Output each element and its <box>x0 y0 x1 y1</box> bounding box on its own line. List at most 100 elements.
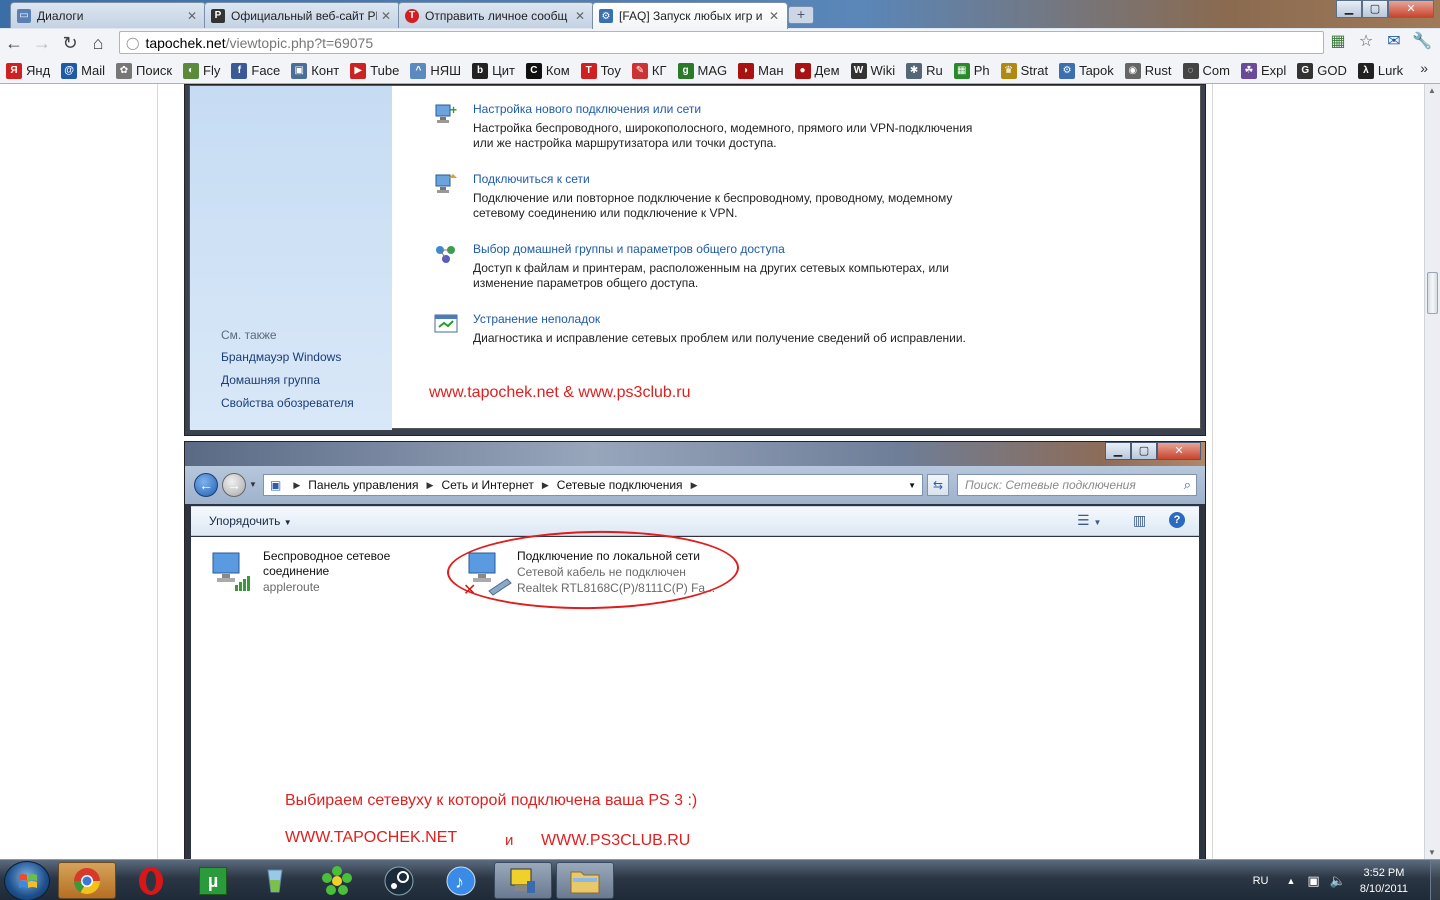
start-button[interactable] <box>4 861 50 900</box>
chevron-right-icon[interactable]: » <box>1420 60 1428 76</box>
task-connect-network[interactable]: Подключиться к сети Подключение или повт… <box>433 172 952 221</box>
scroll-thumb[interactable] <box>1427 272 1438 314</box>
page-scrollbar[interactable]: ▲ ▼ <box>1424 84 1440 859</box>
task-title[interactable]: Выбор домашней группы и параметров общег… <box>473 242 949 256</box>
extension-icon[interactable]: ▦ <box>1328 31 1348 51</box>
tab-dialogs[interactable]: ▭ Диалоги ✕ <box>10 2 206 28</box>
breadcrumb-network-connections[interactable]: Сетевые подключения <box>557 478 683 492</box>
taskbar-app-glass[interactable] <box>246 862 304 899</box>
bookmark-item[interactable]: ♛ Strat <box>1000 62 1048 79</box>
taskbar-utorrent[interactable]: µ <box>184 862 242 899</box>
chevron-down-icon[interactable]: ▼ <box>249 480 257 489</box>
bookmark-item[interactable]: ✱ Ru <box>906 62 943 79</box>
taskbar-opera[interactable] <box>122 862 180 899</box>
tab-faq[interactable]: ⚙ [FAQ] Запуск любых игр и ✕ <box>592 2 788 29</box>
address-bar[interactable]: ◯ tapochek.net/viewtopic.php?t=69075 <box>119 31 1324 54</box>
bookmark-item[interactable]: ▶ Tube <box>350 62 399 79</box>
organize-menu[interactable]: Упорядочить ▼ <box>209 514 292 528</box>
bookmark-item[interactable]: ◌ Com <box>1182 62 1230 79</box>
bookmark-item[interactable]: b Цит <box>472 62 515 79</box>
star-icon[interactable]: ☆ <box>1356 31 1376 51</box>
bookmark-item[interactable]: ▣ Конт <box>291 62 339 79</box>
refresh-button[interactable]: ⇆ <box>927 474 949 496</box>
bookmark-item[interactable]: λ Lurk <box>1357 62 1403 79</box>
bookmark-item[interactable]: f Face <box>231 62 280 79</box>
mail-notifier-icon[interactable]: ✉ <box>1384 31 1404 51</box>
bookmark-item[interactable]: ✿ Поиск <box>116 62 172 79</box>
close-window-button[interactable]: ✕ <box>1157 442 1201 460</box>
chevron-down-icon[interactable]: ▼ <box>908 481 916 490</box>
bookmark-label: Wiki <box>870 63 896 78</box>
taskbar-steam[interactable] <box>370 862 428 899</box>
network-tray-icon[interactable]: ▣ <box>1307 873 1319 889</box>
bookmark-item[interactable]: g MAG <box>677 62 727 79</box>
link-firewall[interactable]: Брандмауэр Windows <box>221 350 341 364</box>
taskbar-icq[interactable] <box>308 862 366 899</box>
task-title[interactable]: Устранение неполадок <box>473 312 966 326</box>
bookmark-item[interactable]: ▦ Ph <box>953 62 990 79</box>
bookmark-item[interactable]: W Wiki <box>850 62 896 79</box>
maximize-button[interactable]: ▢ <box>1131 442 1157 460</box>
task-homegroup[interactable]: Выбор домашней группы и параметров общег… <box>433 242 949 291</box>
bookmark-item[interactable]: @ Mail <box>61 62 105 79</box>
scroll-up-icon[interactable]: ▲ <box>1428 86 1436 95</box>
forward-arrow-icon[interactable]: → <box>222 473 246 497</box>
back-button[interactable]: ← <box>0 30 28 56</box>
taskbar-explorer[interactable] <box>556 862 614 899</box>
task-troubleshoot[interactable]: Устранение неполадок Диагностика и испра… <box>433 312 966 346</box>
bookmark-item[interactable]: ✎ КГ <box>631 62 667 79</box>
close-icon[interactable]: ✕ <box>187 9 199 23</box>
clock[interactable]: 3:52 PM 8/10/2011 <box>1360 865 1408 897</box>
taskbar-control-panel[interactable] <box>494 862 552 899</box>
link-homegroup[interactable]: Домашняя группа <box>221 373 320 387</box>
bookmark-item[interactable]: ^ НЯШ <box>410 62 461 79</box>
bookmark-item[interactable]: C Ком <box>525 62 570 79</box>
reload-button[interactable]: ↻ <box>56 30 84 56</box>
volume-icon[interactable]: 🔈 <box>1330 873 1346 889</box>
tab-playstation[interactable]: P Официальный веб-сайт Pl ✕ <box>204 2 400 28</box>
bookmark-item[interactable]: ◐ Fly <box>183 62 220 79</box>
forward-button[interactable]: → <box>28 30 56 56</box>
explorer-address-row: ← → ▼ ▣ ▶ Панель управления ▶ Сеть и Инт… <box>185 466 1205 504</box>
language-indicator[interactable]: RU <box>1253 875 1269 887</box>
bookmark-item[interactable]: T Toy <box>580 62 621 79</box>
connection-wireless[interactable]: Беспроводное сетевое соединение applerout… <box>209 549 390 597</box>
minimize-button[interactable]: ▁ <box>1336 0 1362 18</box>
breadcrumb[interactable]: ▣ ▶ Панель управления ▶ Сеть и Интернет … <box>263 474 923 496</box>
close-icon[interactable]: ✕ <box>575 9 587 23</box>
bookmark-item[interactable]: ◗ Ман <box>738 62 784 79</box>
show-hidden-icons-icon[interactable]: ▲ <box>1286 876 1295 886</box>
search-icon[interactable]: ⌕ <box>1184 477 1191 493</box>
back-arrow-icon[interactable]: ← <box>194 473 218 497</box>
link-internet-options[interactable]: Свойства обозревателя <box>221 396 354 410</box>
scroll-down-icon[interactable]: ▼ <box>1428 848 1436 857</box>
help-icon[interactable]: ? <box>1169 512 1185 528</box>
breadcrumb-control-panel[interactable]: Панель управления <box>308 478 418 492</box>
bookmark-item[interactable]: G GOD <box>1297 62 1347 79</box>
maximize-button[interactable]: ▢ <box>1362 0 1388 18</box>
bookmark-icon: ● <box>794 62 811 79</box>
close-icon[interactable]: ✕ <box>381 9 393 23</box>
close-icon[interactable]: ✕ <box>769 9 781 23</box>
preview-pane-icon[interactable]: ▥ <box>1133 512 1146 529</box>
bookmark-item[interactable]: ⚙ Tapok <box>1059 62 1114 79</box>
breadcrumb-network-internet[interactable]: Сеть и Интернет <box>441 478 533 492</box>
home-button[interactable]: ⌂ <box>84 30 112 56</box>
bookmark-item[interactable]: ☘ Expl <box>1240 62 1286 79</box>
search-input[interactable]: Поиск: Сетевые подключения ⌕ <box>957 474 1197 496</box>
task-new-connection[interactable]: + Настройка нового подключения или сети … <box>433 102 972 151</box>
close-window-button[interactable]: ✕ <box>1388 0 1434 18</box>
task-title[interactable]: Подключиться к сети <box>473 172 952 186</box>
show-desktop-button[interactable] <box>1430 860 1440 900</box>
new-tab-button[interactable]: + <box>788 6 814 24</box>
taskbar-itunes[interactable]: ♪ <box>432 862 490 899</box>
bookmark-item[interactable]: Я Янд <box>6 62 50 79</box>
wrench-icon[interactable]: 🔧 <box>1412 31 1432 51</box>
bookmark-item[interactable]: ◉ Rust <box>1124 62 1172 79</box>
view-options-icon[interactable]: ☰ ▼ <box>1077 512 1101 529</box>
minimize-button[interactable]: ▁ <box>1105 442 1131 460</box>
tab-send-message[interactable]: T Отправить личное сообщ ✕ <box>398 2 594 28</box>
taskbar-chrome[interactable] <box>58 862 116 899</box>
bookmark-item[interactable]: ● Дем <box>794 62 840 79</box>
task-title[interactable]: Настройка нового подключения или сети <box>473 102 972 116</box>
